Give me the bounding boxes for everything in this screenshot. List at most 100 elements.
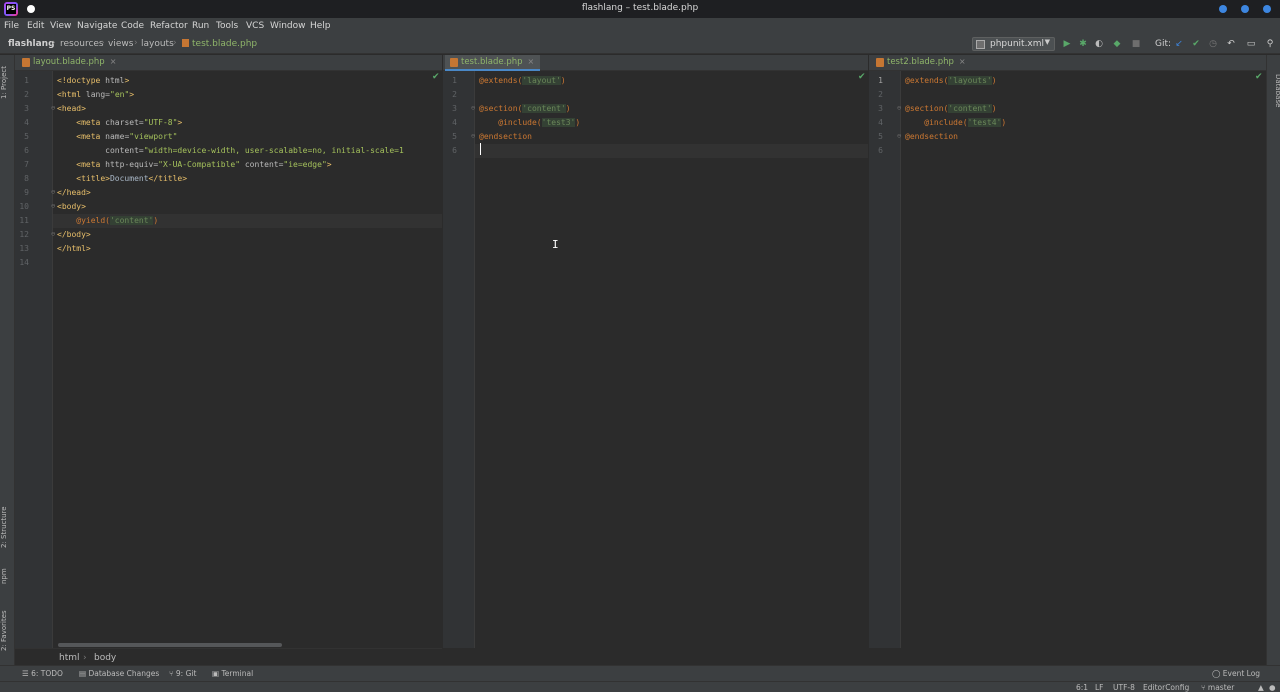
git-commit-icon[interactable]: ✔: [1190, 38, 1202, 50]
code-line: <title>Document</title>: [57, 172, 187, 186]
git-history-icon[interactable]: ◷: [1207, 38, 1219, 50]
coverage-icon[interactable]: ◐: [1093, 38, 1105, 50]
todo-tool-button[interactable]: ☰ 6: TODO: [22, 669, 63, 678]
terminal-tool-button[interactable]: ▣ Terminal: [212, 669, 253, 678]
editor-pane-test2: test2.blade.php × 1 2 3 4 5 6 @extends('layout…: [869, 55, 1266, 648]
git-tool-button[interactable]: ⑂ 9: Git: [169, 669, 196, 678]
menu-navigate[interactable]: Navigate: [77, 21, 117, 31]
tab-label: test2.blade.php: [887, 57, 954, 67]
code-token: </title>: [148, 174, 188, 183]
line-number: 8: [24, 174, 29, 183]
menu-file[interactable]: File: [4, 21, 19, 31]
tab-layout-blade[interactable]: layout.blade.php ×: [17, 55, 122, 71]
breadcrumb-project[interactable]: flashlang: [8, 39, 55, 49]
code-area[interactable]: <!doctype html> <html lang="en"> <head> <m…: [53, 71, 442, 648]
git-branch-icon: ⑂: [169, 669, 176, 678]
lock-icon[interactable]: ▲: [1258, 683, 1264, 692]
fold-marker-icon[interactable]: ⊖: [51, 188, 55, 196]
line-number: 13: [19, 244, 29, 253]
html-crumb-html[interactable]: html: [59, 653, 80, 663]
tool-tab-favorites[interactable]: 2: Favorites: [0, 603, 15, 659]
code-line: </head>: [57, 186, 91, 200]
tool-tab-npm[interactable]: npm: [0, 563, 15, 589]
fold-marker-icon[interactable]: ⊖: [51, 230, 55, 238]
code-token: ): [1001, 118, 1007, 127]
close-tab-icon[interactable]: ×: [959, 57, 966, 66]
line-ending[interactable]: LF: [1095, 683, 1104, 692]
menu-window[interactable]: Window: [270, 21, 306, 31]
tool-tab-project[interactable]: 1: Project: [0, 59, 15, 107]
git-update-icon[interactable]: ↙: [1173, 38, 1185, 50]
git-branch-widget[interactable]: ⑂ master: [1201, 683, 1234, 692]
breadcrumb-file[interactable]: test.blade.php: [182, 39, 257, 49]
fold-marker-icon[interactable]: ⊖: [471, 132, 475, 140]
bottom-tool-bar: ☰ 6: TODO ▤ Database Changes ⑂ 9: Git ▣ …: [0, 665, 1280, 681]
tab-test2-blade[interactable]: test2.blade.php ×: [871, 55, 972, 71]
tool-tab-database[interactable]: Database: [1267, 71, 1280, 111]
code-area[interactable]: @extends('layouts') @section('content') @…: [901, 71, 1266, 648]
fold-marker-icon[interactable]: ⊖: [51, 202, 55, 210]
breadcrumb-separator: ›: [101, 38, 105, 48]
menu-run[interactable]: Run: [192, 21, 209, 31]
git-label: Git:: [1154, 39, 1172, 49]
code-token: <!doctype: [57, 76, 106, 85]
minimize-button[interactable]: [1219, 5, 1227, 13]
line-number: 1: [24, 76, 29, 85]
editor-config[interactable]: EditorConfig: [1143, 683, 1189, 692]
code-token: <meta: [76, 118, 106, 127]
debug-icon[interactable]: ✱: [1077, 38, 1089, 50]
right-tool-stripe: Database: [1266, 55, 1280, 665]
current-line-highlight: [475, 144, 868, 158]
tab-test-blade[interactable]: test.blade.php ×: [445, 55, 541, 71]
window-title: flashlang – test.blade.php: [581, 3, 699, 13]
menu-refactor[interactable]: Refactor: [150, 21, 188, 31]
profile-icon[interactable]: ◆: [1111, 38, 1123, 50]
event-log-button[interactable]: ◯ Event Log: [1212, 669, 1260, 678]
fold-marker-icon[interactable]: ⊖: [471, 104, 475, 112]
breadcrumb-views[interactable]: views: [108, 39, 133, 49]
project-structure-icon[interactable]: ▭: [1245, 38, 1257, 50]
breadcrumb-layouts[interactable]: layouts: [141, 39, 174, 49]
menu-view[interactable]: View: [50, 21, 71, 31]
code-token: 'layout': [522, 76, 561, 85]
fold-marker-icon[interactable]: ⊖: [51, 104, 55, 112]
horizontal-scrollbar[interactable]: [58, 643, 282, 647]
search-everywhere-icon[interactable]: ⚲: [1264, 38, 1276, 50]
fold-marker-icon[interactable]: ⊖: [897, 104, 901, 112]
rollback-icon[interactable]: ↶: [1225, 38, 1237, 50]
caret-position[interactable]: 6:1: [1076, 683, 1088, 692]
run-icon[interactable]: ▶: [1061, 38, 1073, 50]
tool-tab-structure[interactable]: 2: Structure: [0, 499, 15, 555]
database-changes-button[interactable]: ▤ Database Changes: [79, 669, 159, 678]
code-area[interactable]: @extends('layout') @section('content') @i…: [475, 71, 868, 648]
fold-marker-icon[interactable]: ⊖: [897, 132, 901, 140]
config-file-icon: [976, 40, 985, 49]
file-encoding[interactable]: UTF-8: [1113, 683, 1135, 692]
run-configuration-select[interactable]: phpunit.xml ▼: [972, 37, 1055, 51]
editor-tabs: test2.blade.php ×: [869, 55, 1266, 71]
close-tab-icon[interactable]: ×: [528, 57, 535, 66]
todo-icon: ☰: [22, 669, 32, 678]
menu-code[interactable]: Code: [121, 21, 144, 31]
maximize-button[interactable]: [1241, 5, 1249, 13]
menu-vcs[interactable]: VCS: [246, 21, 264, 31]
code-line: <html lang="en">: [57, 88, 134, 102]
close-tab-icon[interactable]: ×: [110, 57, 117, 66]
code-token: ): [991, 104, 997, 113]
notifications-icon[interactable]: ●: [1269, 683, 1276, 692]
html-crumb-body[interactable]: body: [94, 653, 116, 663]
menu-tools[interactable]: Tools: [216, 21, 238, 31]
close-button[interactable]: [1263, 5, 1271, 13]
stop-icon[interactable]: ■: [1130, 38, 1142, 50]
breadcrumb-resources[interactable]: resources: [60, 39, 104, 49]
menu-edit[interactable]: Edit: [27, 21, 44, 31]
code-token: <meta: [76, 160, 106, 169]
code-token: @extends(: [479, 76, 523, 85]
code-token: "UTF-8": [143, 118, 178, 127]
code-token: @endsection: [905, 132, 958, 141]
menu-help[interactable]: Help: [310, 21, 331, 31]
code-token: 'content': [109, 216, 154, 225]
code-token: <head>: [57, 104, 86, 113]
